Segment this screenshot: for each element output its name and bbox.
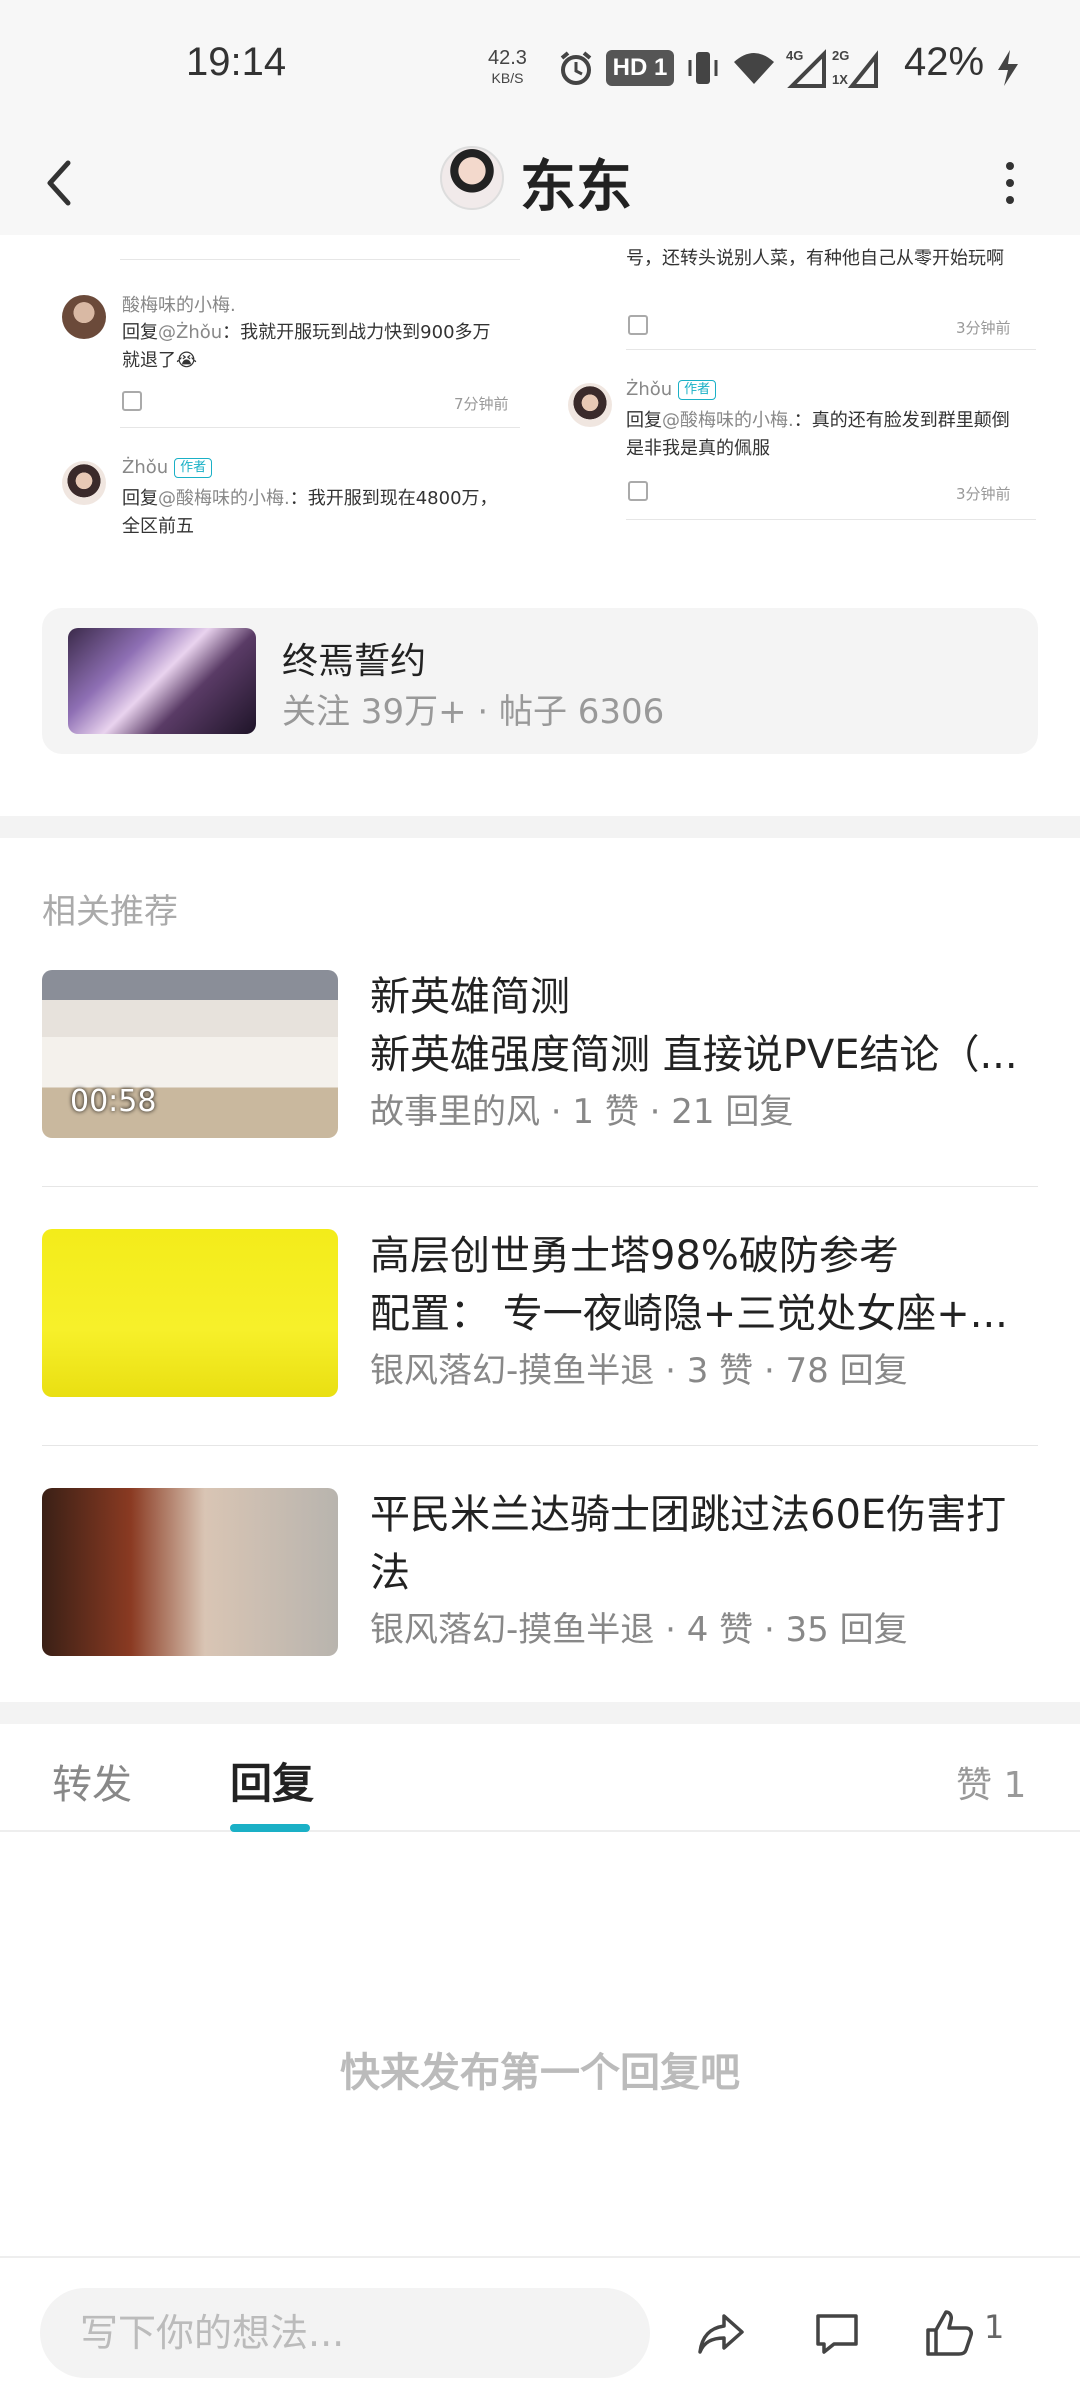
thumbs-up-icon bbox=[628, 481, 648, 501]
tab-reply[interactable]: 回复 bbox=[230, 1750, 314, 1811]
hd-badge: HD 1 bbox=[606, 50, 674, 86]
commenter-name: Żhǒu 作者 bbox=[626, 379, 717, 400]
author-badge: 作者 bbox=[678, 380, 717, 400]
top-header: 东东 bbox=[0, 130, 1080, 235]
section-separator bbox=[0, 816, 1080, 838]
forum-thumbnail bbox=[68, 628, 256, 734]
thumbs-up-icon[interactable] bbox=[922, 2306, 976, 2360]
related-item-meta: 银风落幻-摸鱼半退 · 4 赞 · 35 回复 bbox=[370, 1610, 908, 1650]
forum-card[interactable]: 终焉誓约 关注 39万+ · 帖子 6306 bbox=[42, 608, 1038, 754]
mention: @Żhǒu bbox=[158, 322, 223, 343]
battery-percent: 42% bbox=[904, 40, 985, 84]
video-thumbnail: 00:58 bbox=[42, 970, 338, 1138]
network-speed: 42.3 KB/S bbox=[488, 48, 527, 88]
divider bbox=[120, 259, 520, 260]
author-name: Żhǒu bbox=[122, 457, 169, 478]
video-duration: 00:58 bbox=[70, 1084, 157, 1119]
related-heading: 相关推荐 bbox=[42, 892, 178, 932]
alarm-icon bbox=[560, 51, 592, 85]
right-comment-panel: 号，还转头说别人菜，有种他自己从零开始玩啊 3分钟前 Żhǒu 作者 回复@酸梅味… bbox=[560, 235, 1060, 565]
comment-time: 3分钟前 bbox=[956, 485, 1011, 503]
author-avatar-small bbox=[568, 383, 612, 427]
comment-input[interactable]: 写下你的想法... bbox=[40, 2288, 650, 2378]
signal-2g-icon: 2G 1X bbox=[832, 48, 878, 88]
svg-text:4G: 4G bbox=[786, 48, 803, 63]
post-thumbnail bbox=[42, 1488, 338, 1656]
left-comment-panel: 酸梅味的小梅. 回复@Żhǒu：我就开服玩到战力快到900多万就退了😭 7分钟前… bbox=[40, 235, 540, 565]
comment-text: 回复@酸梅味的小梅.：真的还有脸发到群里颠倒是非我是真的佩服 bbox=[626, 407, 1026, 463]
comment-tabs: 转发 回复 赞 1 bbox=[0, 1724, 1080, 1832]
comment-icon[interactable] bbox=[810, 2306, 864, 2360]
like-count: 1 bbox=[984, 2308, 1005, 2346]
divider bbox=[42, 1445, 1038, 1446]
reply-prefix: 回复 bbox=[626, 410, 662, 431]
reply-prefix: 回复 bbox=[122, 488, 158, 509]
reply-prefix: 回复 bbox=[122, 322, 158, 343]
section-separator bbox=[0, 1702, 1080, 1724]
empty-state-text: 快来发布第一个回复吧 bbox=[340, 2050, 740, 2096]
commenter-name: 酸梅味的小梅. bbox=[122, 295, 236, 316]
commenter-avatar bbox=[62, 295, 106, 339]
comment-time: 3分钟前 bbox=[956, 319, 1011, 337]
thumbs-up-icon bbox=[628, 315, 648, 335]
forum-meta: 关注 39万+ · 帖子 6306 bbox=[282, 692, 665, 732]
post-thumbnail bbox=[42, 1229, 338, 1397]
thumbs-up-icon bbox=[122, 391, 142, 411]
bottom-action-bar: 写下你的想法... 1 bbox=[0, 2256, 1080, 2400]
related-item[interactable]: 平民米兰达骑士团跳过法60E伤害打 法 银风落幻-摸鱼半退 · 4 赞 · 35… bbox=[0, 1468, 1080, 1726]
related-item-title: 高层创世勇士塔98%破防参考 bbox=[370, 1233, 899, 1279]
svg-text:1X: 1X bbox=[832, 72, 848, 87]
comment-time: 7分钟前 bbox=[454, 395, 509, 413]
page-title: 东东 bbox=[520, 155, 632, 220]
active-tab-indicator bbox=[230, 1824, 310, 1832]
related-item-meta: 银风落幻-摸鱼半退 · 3 赞 · 78 回复 bbox=[370, 1351, 908, 1391]
share-icon[interactable] bbox=[694, 2306, 748, 2360]
divider bbox=[42, 1186, 1038, 1187]
divider bbox=[626, 519, 1036, 520]
network-speed-unit: KB/S bbox=[491, 70, 524, 86]
author-badge: 作者 bbox=[174, 458, 213, 478]
author-avatar[interactable] bbox=[440, 146, 504, 210]
related-item-meta: 故事里的风 · 1 赞 · 21 回复 bbox=[370, 1092, 794, 1132]
related-item-subtitle: 新英雄强度简测 直接说PVE结论（... bbox=[370, 1032, 1018, 1078]
mention: @酸梅味的小梅. bbox=[662, 410, 794, 431]
vibrate-icon bbox=[688, 52, 718, 84]
mention: @酸梅味的小梅. bbox=[158, 488, 290, 509]
more-options-icon[interactable] bbox=[1000, 162, 1020, 206]
commenter-name: Żhǒu 作者 bbox=[122, 457, 213, 478]
related-item-subtitle: 法 bbox=[370, 1550, 410, 1596]
status-bar: 19:14 42.3 KB/S HD 1 4G 2G 1X 42% bbox=[0, 0, 1080, 130]
back-arrow-icon[interactable] bbox=[38, 155, 82, 211]
divider bbox=[120, 427, 520, 428]
comment-text: 回复@Żhǒu：我就开服玩到战力快到900多万就退了😭 bbox=[122, 319, 502, 375]
status-time: 19:14 bbox=[186, 40, 287, 84]
post-image-comments-screenshot[interactable]: 酸梅味的小梅. 回复@Żhǒu：我就开服玩到战力快到900多万就退了😭 7分钟前… bbox=[0, 235, 1080, 565]
divider bbox=[626, 349, 1036, 350]
svg-text:2G: 2G bbox=[832, 48, 849, 63]
related-item[interactable]: 高层创世勇士塔98%破防参考 配置： 专一夜崎隐+三觉处女座+... 银风落幻-… bbox=[0, 1209, 1080, 1467]
related-item-title: 平民米兰达骑士团跳过法60E伤害打 bbox=[370, 1492, 1007, 1538]
author-avatar-small bbox=[62, 461, 106, 505]
tab-like[interactable]: 赞 1 bbox=[956, 1756, 1026, 1808]
author-name: Żhǒu bbox=[626, 379, 673, 400]
comment-text: 回复@酸梅味的小梅.：我开服到现在4800万，全区前五 bbox=[122, 485, 502, 541]
charging-icon bbox=[998, 50, 1018, 86]
tab-forward[interactable]: 转发 bbox=[52, 1752, 132, 1810]
related-item-title: 新英雄简测 bbox=[370, 974, 570, 1020]
related-item-subtitle: 配置： 专一夜崎隐+三觉处女座+... bbox=[370, 1291, 1008, 1337]
signal-4g-icon: 4G bbox=[786, 48, 826, 88]
comment-text: 号，还转头说别人菜，有种他自己从零开始玩啊 bbox=[626, 248, 1004, 269]
network-speed-value: 42.3 bbox=[488, 47, 527, 69]
wifi-icon bbox=[734, 53, 774, 84]
related-item[interactable]: 00:58 新英雄简测 新英雄强度简测 直接说PVE结论（... 故事里的风 ·… bbox=[0, 950, 1080, 1208]
forum-name: 终焉誓约 bbox=[282, 641, 427, 682]
